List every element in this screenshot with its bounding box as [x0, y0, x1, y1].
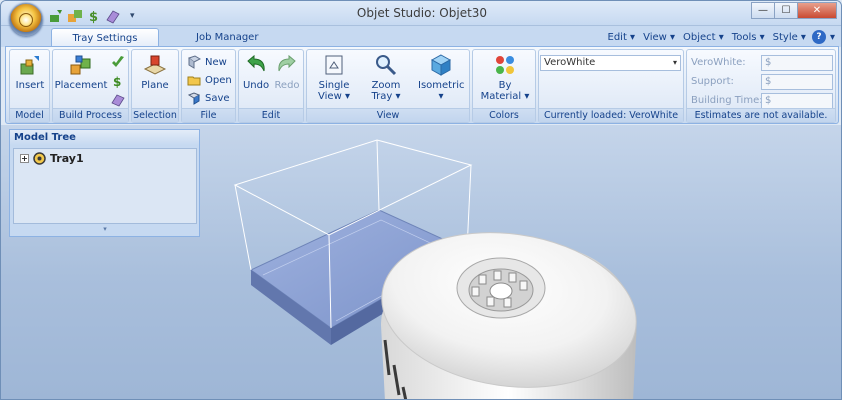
group-estimates: VeroWhite: $ Support: $ Building Time: $…	[686, 49, 836, 123]
isometric-label: Isometric ▾	[418, 80, 465, 102]
tab-tray-settings[interactable]: Tray Settings	[51, 28, 159, 47]
group-label-view: View	[307, 108, 469, 122]
placement-label: Placement	[54, 80, 108, 91]
model-tree-title: Model Tree	[10, 130, 199, 145]
single-view-button[interactable]: Single View ▾	[311, 53, 357, 102]
open-folder-icon	[187, 76, 201, 86]
hub-center	[489, 282, 513, 300]
eraser-icon[interactable]	[111, 93, 125, 107]
building-time-label: Building Time:	[691, 95, 763, 106]
menu-style[interactable]: Style ▾	[771, 32, 808, 43]
undo-button[interactable]: Undo	[242, 53, 270, 91]
close-button[interactable]: ✕	[797, 2, 837, 19]
menu-object[interactable]: Object ▾	[681, 32, 726, 43]
window-controls: — ☐ ✕	[751, 2, 837, 19]
menu-view[interactable]: View ▾	[641, 32, 677, 43]
group-label-build-process: Build Process	[53, 108, 128, 122]
group-label-edit: Edit	[239, 108, 303, 122]
group-label-material: Currently loaded: VeroWhite	[539, 108, 683, 122]
placement-icon	[70, 55, 91, 75]
insert-button[interactable]: Insert	[12, 53, 48, 91]
zoom-tray-label: Zoom Tray ▾	[371, 80, 401, 102]
group-label-file: File	[182, 108, 235, 122]
help-icon[interactable]: ?	[811, 30, 826, 44]
group-label-selection: Selection	[132, 108, 178, 122]
menu-tools[interactable]: Tools ▾	[730, 32, 767, 43]
group-label-estimates: Estimates are not available.	[687, 108, 835, 122]
single-view-icon	[325, 55, 343, 75]
plane-icon	[143, 55, 167, 75]
single-view-label: Single View ▾	[318, 80, 350, 102]
save-button[interactable]: Save	[187, 90, 230, 106]
menu-edit[interactable]: Edit ▾	[606, 32, 638, 43]
window-title: Objet Studio: Objet30	[356, 6, 488, 20]
model-tree-panel: Model Tree + Tray1 ▾	[9, 129, 200, 237]
group-label-colors: Colors	[473, 108, 535, 122]
menu-bar: Edit ▾ View ▾ Object ▾ Tools ▾ Style ▾ ?…	[606, 30, 835, 44]
zoom-tray-button[interactable]: Zoom Tray ▾	[363, 53, 409, 102]
verowhite-estimate-field: $	[761, 55, 833, 71]
new-label: New	[205, 56, 227, 68]
model-tree-list: + Tray1	[13, 148, 197, 224]
group-view: Single View ▾ Zoom Tray ▾ Isometric ▾ Vi…	[306, 49, 470, 123]
new-button[interactable]: New	[187, 54, 227, 70]
group-build-process: Placement $ Build Process	[52, 49, 129, 123]
redo-icon	[278, 54, 296, 72]
tree-item-label: Tray1	[50, 152, 84, 165]
insert-icon	[20, 56, 39, 75]
by-material-button[interactable]: By Material ▾	[478, 53, 532, 102]
dropdown-arrow-icon: ▾	[672, 58, 677, 67]
undo-label: Undo	[242, 80, 270, 91]
redo-label: Redo	[274, 80, 300, 91]
application-button[interactable]	[9, 3, 43, 37]
zoom-icon	[376, 55, 397, 76]
support-label: Support:	[691, 76, 734, 87]
material-select-value: VeroWhite	[544, 57, 596, 68]
open-button[interactable]: Open	[187, 72, 232, 88]
panel-collapse-arrow-icon[interactable]: ▾	[13, 225, 197, 234]
ribbon: Insert Model Placement $ Build Process P…	[5, 46, 839, 124]
help-arrow-icon[interactable]: ▾	[830, 32, 835, 43]
title-bar: $ ▾ Objet Studio: Objet30 — ☐ ✕	[1, 1, 841, 26]
new-file-icon	[187, 55, 201, 69]
open-label: Open	[205, 74, 232, 86]
build-settings-icon[interactable]	[111, 55, 125, 69]
expand-icon[interactable]: +	[20, 154, 29, 163]
verowhite-label: VeroWhite:	[691, 57, 746, 68]
svg-text:$: $	[113, 75, 121, 88]
by-material-label: By Material ▾	[480, 80, 530, 102]
material-select[interactable]: VeroWhite ▾	[540, 55, 681, 71]
building-time-estimate-field: $	[761, 93, 833, 109]
group-edit: Undo Redo Edit	[238, 49, 304, 123]
minimize-button[interactable]: —	[751, 2, 775, 19]
tree-item-tray1[interactable]: + Tray1	[20, 152, 84, 165]
save-label: Save	[205, 92, 230, 104]
maximize-button[interactable]: ☐	[774, 2, 798, 19]
tab-job-manager[interactable]: Job Manager	[184, 28, 270, 47]
app-logo-icon	[19, 13, 33, 27]
isometric-button[interactable]: Isometric ▾	[415, 53, 467, 102]
tray-icon	[33, 152, 46, 165]
isometric-cube-icon	[430, 54, 452, 76]
group-colors: By Material ▾ Colors	[472, 49, 536, 123]
group-model: Insert Model	[9, 49, 50, 123]
ribbon-tabs: Tray Settings Job Manager Edit ▾ View ▾ …	[1, 26, 841, 47]
save-icon	[187, 92, 201, 105]
plane-label: Plane	[141, 80, 169, 91]
group-material: VeroWhite ▾ Currently loaded: VeroWhite	[538, 49, 684, 123]
undo-icon	[247, 54, 265, 72]
group-label-model: Model	[10, 108, 49, 122]
redo-button[interactable]: Redo	[273, 53, 301, 91]
plane-button[interactable]: Plane	[136, 53, 174, 91]
group-file: New Open Save File	[181, 49, 236, 123]
placement-button[interactable]: Placement	[54, 53, 108, 91]
color-palette-icon	[496, 56, 514, 74]
dollar-icon[interactable]: $	[111, 74, 125, 88]
application-window: $ ▾ Objet Studio: Objet30 — ☐ ✕ Tray Set…	[0, 0, 842, 400]
insert-label: Insert	[15, 80, 45, 91]
group-selection: Plane Selection	[131, 49, 179, 123]
support-estimate-field: $	[761, 74, 833, 90]
